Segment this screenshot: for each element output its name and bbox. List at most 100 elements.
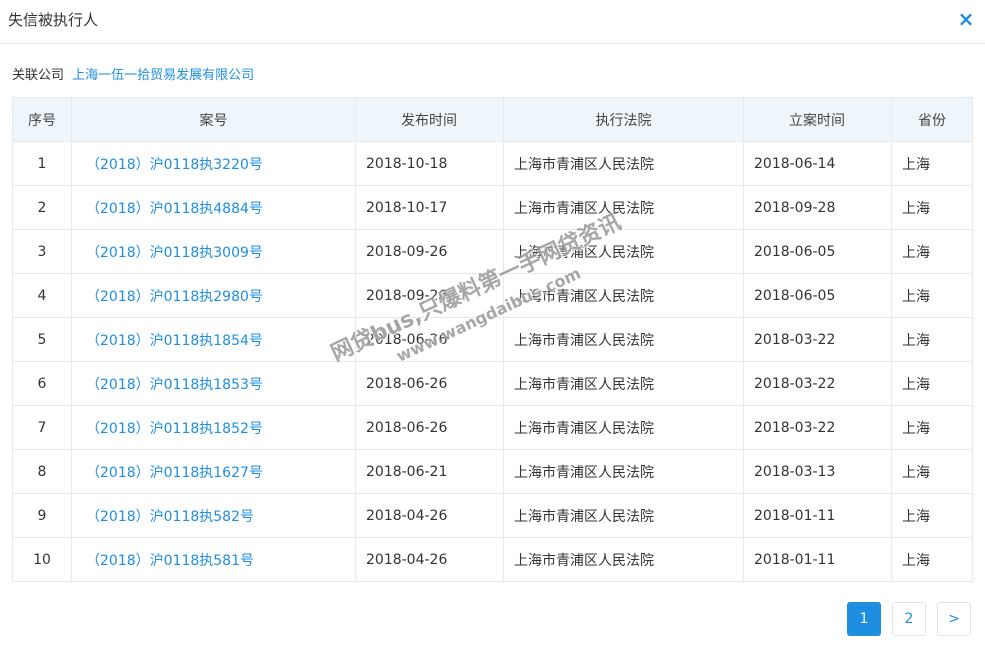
row-province: 上海 <box>902 332 930 349</box>
row-filed-date-cell: 2018-06-05 <box>743 229 892 274</box>
row-no: 3 <box>37 243 47 260</box>
row-published-date-cell: 2018-04-26 <box>355 537 504 582</box>
row-no-cell: 4 <box>12 273 72 318</box>
table-row: 3 （2018）沪0118执3009号 2018-09-26 上海市青浦区人民法院 20… <box>12 229 973 274</box>
row-case-link[interactable]: （2018）沪0118执1852号 <box>86 421 263 437</box>
row-no-cell: 9 <box>12 493 72 538</box>
row-filed-date-cell: 2018-06-14 <box>743 141 892 186</box>
row-filed-date: 2018-09-28 <box>754 199 836 216</box>
row-published-date-cell: 2018-09-26 <box>355 273 504 318</box>
row-no-cell: 10 <box>12 537 72 582</box>
row-case-link-cell: （2018）沪0118执581号 <box>71 537 356 582</box>
row-court-cell: 上海市青浦区人民法院 <box>503 537 744 582</box>
related-company-link[interactable]: 上海一伍一拾贸易发展有限公司 <box>72 68 254 83</box>
row-published-date-cell: 2018-06-26 <box>355 361 504 406</box>
row-no-cell: 2 <box>12 185 72 230</box>
row-court: 上海市青浦区人民法院 <box>514 464 654 481</box>
row-province-cell: 上海 <box>891 317 973 362</box>
row-court-cell: 上海市青浦区人民法院 <box>503 361 744 406</box>
row-filed-date-cell: 2018-03-22 <box>743 361 892 406</box>
modal-title: 失信被执行人 <box>8 11 99 29</box>
row-province-cell: 上海 <box>891 405 973 450</box>
row-filed-date: 2018-03-22 <box>754 419 836 436</box>
row-filed-date-cell: 2018-03-22 <box>743 317 892 362</box>
row-published-date-cell: 2018-06-26 <box>355 405 504 450</box>
row-filed-date-cell: 2018-01-11 <box>743 537 892 582</box>
row-filed-date-cell: 2018-01-11 <box>743 493 892 538</box>
page-button-1[interactable]: 1 <box>847 602 881 636</box>
row-published-date-cell: 2018-06-21 <box>355 449 504 494</box>
row-court-cell: 上海市青浦区人民法院 <box>503 405 744 450</box>
row-court: 上海市青浦区人民法院 <box>514 200 654 217</box>
row-case-link-cell: （2018）沪0118执1854号 <box>71 317 356 362</box>
table-row: 10 （2018）沪0118执581号 2018-04-26 上海市青浦区人民法院 20… <box>12 537 973 582</box>
row-published-date-cell: 2018-10-18 <box>355 141 504 186</box>
row-published-date: 2018-06-26 <box>366 375 448 392</box>
modal-header: 失信被执行人 × <box>0 0 985 44</box>
row-province-cell: 上海 <box>891 141 973 186</box>
row-province-cell: 上海 <box>891 493 973 538</box>
row-court-cell: 上海市青浦区人民法院 <box>503 273 744 318</box>
row-filed-date-cell: 2018-03-13 <box>743 449 892 494</box>
row-province-cell: 上海 <box>891 185 973 230</box>
row-filed-date-cell: 2018-03-22 <box>743 405 892 450</box>
table-header-row: 序号 案号 发布时间 执行法院 立案时间 省份 <box>12 97 973 142</box>
row-case-link[interactable]: （2018）沪0118执3009号 <box>86 245 263 261</box>
row-filed-date-cell: 2018-09-28 <box>743 185 892 230</box>
row-province: 上海 <box>902 288 930 305</box>
row-court-cell: 上海市青浦区人民法院 <box>503 449 744 494</box>
column-header-case: 案号 <box>71 97 356 142</box>
row-no-cell: 3 <box>12 229 72 274</box>
row-published-date-cell: 2018-06-26 <box>355 317 504 362</box>
row-filed-date: 2018-01-11 <box>754 507 836 524</box>
table-row: 7 （2018）沪0118执1852号 2018-06-26 上海市青浦区人民法院 20… <box>12 405 973 450</box>
page-button-2[interactable]: 2 <box>892 602 926 636</box>
row-filed-date: 2018-06-05 <box>754 287 836 304</box>
row-filed-date: 2018-06-14 <box>754 155 836 172</box>
row-case-link[interactable]: （2018）沪0118执582号 <box>86 509 254 525</box>
row-province-cell: 上海 <box>891 229 973 274</box>
dishonest-executee-table: 序号 案号 发布时间 执行法院 立案时间 省份 1 （2018）沪0118执322… <box>12 97 973 582</box>
row-filed-date: 2018-01-11 <box>754 551 836 568</box>
row-case-link[interactable]: （2018）沪0118执1853号 <box>86 377 263 393</box>
row-published-date-cell: 2018-10-17 <box>355 185 504 230</box>
row-no: 4 <box>37 287 47 304</box>
row-no-cell: 7 <box>12 405 72 450</box>
row-case-link-cell: （2018）沪0118执3009号 <box>71 229 356 274</box>
row-case-link[interactable]: （2018）沪0118执4884号 <box>86 201 263 217</box>
row-case-link[interactable]: （2018）沪0118执2980号 <box>86 289 263 305</box>
row-published-date: 2018-10-18 <box>366 155 448 172</box>
row-case-link-cell: （2018）沪0118执2980号 <box>71 273 356 318</box>
row-province-cell: 上海 <box>891 537 973 582</box>
table-row: 4 （2018）沪0118执2980号 2018-09-26 上海市青浦区人民法院 20… <box>12 273 973 318</box>
row-no: 8 <box>37 463 47 480</box>
pagination: 1 2 > <box>847 602 972 636</box>
row-published-date: 2018-04-26 <box>366 507 448 524</box>
column-header-published: 发布时间 <box>355 97 504 142</box>
column-header-filed: 立案时间 <box>743 97 892 142</box>
row-case-link[interactable]: （2018）沪0118执1627号 <box>86 465 263 481</box>
row-case-link[interactable]: （2018）沪0118执581号 <box>86 553 254 569</box>
next-page-button[interactable]: > <box>937 602 971 636</box>
row-case-link-cell: （2018）沪0118执1853号 <box>71 361 356 406</box>
table-row: 1 （2018）沪0118执3220号 2018-10-18 上海市青浦区人民法院 20… <box>12 141 973 186</box>
row-court: 上海市青浦区人民法院 <box>514 156 654 173</box>
related-company-row: 关联公司 上海一伍一拾贸易发展有限公司 <box>12 64 254 83</box>
row-province: 上海 <box>902 156 930 173</box>
row-case-link[interactable]: （2018）沪0118执1854号 <box>86 333 263 349</box>
row-province: 上海 <box>902 376 930 393</box>
row-published-date: 2018-06-26 <box>366 331 448 348</box>
row-no-cell: 8 <box>12 449 72 494</box>
row-court: 上海市青浦区人民法院 <box>514 288 654 305</box>
row-court-cell: 上海市青浦区人民法院 <box>503 317 744 362</box>
row-province-cell: 上海 <box>891 361 973 406</box>
row-province: 上海 <box>902 552 930 569</box>
table-row: 2 （2018）沪0118执4884号 2018-10-17 上海市青浦区人民法院 20… <box>12 185 973 230</box>
row-case-link-cell: （2018）沪0118执3220号 <box>71 141 356 186</box>
row-no-cell: 1 <box>12 141 72 186</box>
row-province: 上海 <box>902 508 930 525</box>
row-no-cell: 5 <box>12 317 72 362</box>
close-icon[interactable]: × <box>957 8 975 30</box>
row-province: 上海 <box>902 420 930 437</box>
row-case-link[interactable]: （2018）沪0118执3220号 <box>86 157 263 173</box>
